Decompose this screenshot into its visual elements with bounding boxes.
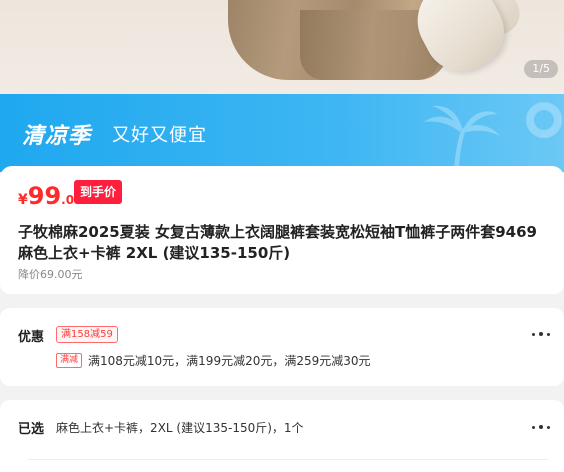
banner-subtitle: 又好又便宜 bbox=[112, 125, 207, 146]
selected-spec-row[interactable]: 已选 麻色上衣+卡裤，2XL (建议135-150斤)，1个 bbox=[0, 400, 564, 472]
selected-label: 已选 bbox=[18, 422, 45, 437]
offers-row[interactable]: 优惠 满158减59 满减 满108元减10元，满199元减20元，满259元减… bbox=[0, 308, 564, 386]
swim-ring-icon bbox=[526, 102, 562, 138]
final-price-tag: 到手价 bbox=[74, 180, 123, 204]
price-integer: 99 bbox=[27, 182, 62, 210]
promo-text: 满108元减10元，满199元减20元，满259元减30元 bbox=[88, 354, 371, 368]
price-drop-note: 降价69.00元 bbox=[18, 268, 83, 281]
promo-badge: 满减 bbox=[56, 353, 83, 368]
offers-label: 优惠 bbox=[18, 330, 45, 345]
gallery-page-indicator: 1/5 bbox=[524, 60, 558, 78]
coupon-chip[interactable]: 满158减59 bbox=[56, 326, 118, 343]
current-price: ¥ 99 .00 bbox=[18, 182, 82, 210]
product-title: 子牧棉麻2025夏装 女复古薄款上衣阔腿裤套装宽松短袖T恤裤子两件套9469 麻… bbox=[18, 223, 537, 262]
more-dots-icon[interactable] bbox=[532, 424, 550, 430]
promo-banner[interactable]: 清凉季 又好又便宜 bbox=[0, 94, 564, 172]
banner-title: 清凉季 bbox=[22, 124, 92, 149]
more-dots-icon[interactable] bbox=[532, 331, 550, 337]
product-image-gallery[interactable]: 1/5 bbox=[0, 0, 564, 94]
price-card: ¥ 99 .00 到手价 子牧棉麻2025夏装 女复古薄款上衣阔腿裤套装宽松短袖… bbox=[0, 166, 564, 294]
price-currency: ¥ bbox=[18, 192, 28, 208]
selected-spec-text: 麻色上衣+卡裤，2XL (建议135-150斤)，1个 bbox=[56, 421, 304, 435]
divider bbox=[28, 459, 548, 460]
product-detail-page: 1/5 清凉季 又好又便宜 ¥ 99 .00 到手价 子牧棉麻2025夏装 女复… bbox=[0, 0, 564, 472]
palm-tree-icon bbox=[424, 105, 500, 168]
